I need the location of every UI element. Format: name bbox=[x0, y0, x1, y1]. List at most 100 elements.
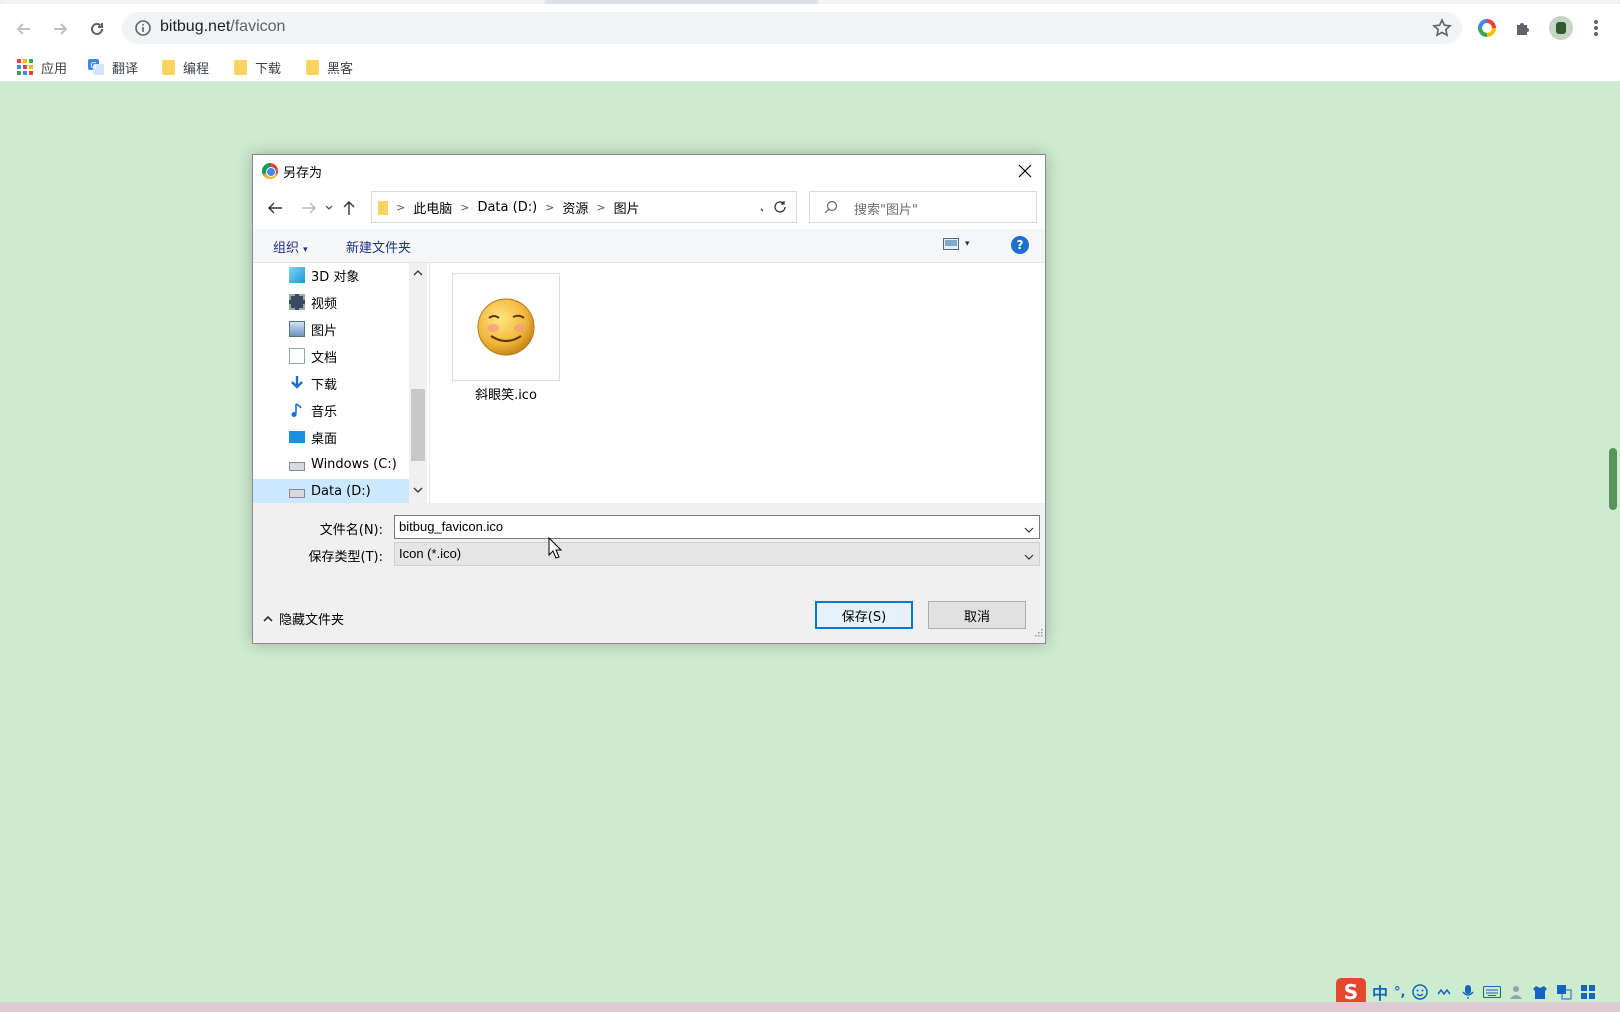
filename-label: 文件名(N): bbox=[319, 523, 383, 538]
nav-item-windows-c[interactable]: Windows (C:) bbox=[289, 452, 397, 476]
reload-button[interactable] bbox=[84, 16, 110, 42]
user-icon[interactable] bbox=[1507, 983, 1525, 1001]
profile-avatar[interactable] bbox=[1549, 16, 1573, 40]
address-row: > 此电脑 > Data (D:) > 资源 > 图片 搜索"图片" bbox=[253, 187, 1045, 229]
chevron-down-icon bbox=[325, 205, 333, 210]
nav-item-label: 视频 bbox=[311, 296, 338, 312]
chevron-down-icon: ▾ bbox=[965, 239, 970, 249]
handwriting-icon[interactable] bbox=[1435, 983, 1453, 1001]
bookmark-folder-hacker[interactable]: 黑客 bbox=[306, 54, 353, 80]
breadcrumb-item[interactable]: 此电脑 bbox=[413, 198, 452, 217]
recent-locations-button[interactable] bbox=[323, 197, 335, 219]
skin-shirt-icon[interactable] bbox=[1531, 983, 1549, 1001]
view-options-button[interactable]: ▾ bbox=[943, 238, 970, 250]
emoji-icon[interactable] bbox=[1411, 983, 1429, 1001]
close-icon bbox=[1018, 164, 1032, 178]
save-button[interactable]: 保存(S) bbox=[815, 601, 913, 629]
nav-item-label: Windows (C:) bbox=[311, 456, 397, 472]
bookmark-apps[interactable]: 应用 bbox=[17, 54, 67, 80]
help-icon[interactable]: ? bbox=[1011, 236, 1029, 254]
chevron-down-icon[interactable] bbox=[1024, 522, 1034, 538]
new-folder-button[interactable]: 新建文件夹 bbox=[346, 237, 411, 256]
url-text[interactable]: bitbug.net/favicon bbox=[160, 18, 285, 36]
videos-icon bbox=[289, 294, 305, 310]
nav-item-pictures[interactable]: 图片 bbox=[289, 317, 337, 341]
breadcrumb-separator-icon: > bbox=[396, 201, 406, 214]
breadcrumb-separator-icon: > bbox=[545, 201, 555, 214]
file-thumbnail bbox=[452, 273, 560, 381]
close-button[interactable] bbox=[1013, 159, 1037, 183]
hide-folders-toggle[interactable]: 隐藏文件夹 bbox=[263, 609, 344, 628]
filetype-value: Icon (*.ico) bbox=[399, 546, 462, 561]
scroll-down-icon[interactable] bbox=[413, 485, 423, 495]
nav-item-downloads[interactable]: 下载 bbox=[289, 371, 337, 395]
translate-tool-icon[interactable] bbox=[1555, 983, 1573, 1001]
filename-field[interactable]: bitbug_favicon.ico bbox=[394, 515, 1040, 539]
extension-ring-icon[interactable] bbox=[1475, 16, 1499, 40]
folder-icon bbox=[162, 59, 175, 75]
file-list: 斜眼笑.ico bbox=[429, 263, 1045, 503]
save-as-dialog: 另存为 > 此电脑 > Data (D:) > 资源 > 图片 搜索"图片" 组… bbox=[252, 154, 1046, 644]
breadcrumb-item[interactable]: Data (D:) bbox=[477, 200, 537, 215]
command-bar: 组织 ▾ 新建文件夹 ▾ ? bbox=[253, 229, 1045, 263]
folder-icon bbox=[378, 200, 388, 215]
drive-icon bbox=[289, 462, 305, 471]
nav-item-documents[interactable]: 文档 bbox=[289, 344, 337, 368]
organize-menu[interactable]: 组织 ▾ bbox=[273, 237, 308, 256]
forward-button[interactable] bbox=[47, 16, 73, 42]
microphone-icon[interactable] bbox=[1459, 983, 1477, 1001]
nav-item-videos[interactable]: 视频 bbox=[289, 290, 337, 314]
nav-item-label: 下载 bbox=[311, 377, 338, 393]
bookmarks-bar: 应用 G 翻译 编程 下载 黑客 bbox=[0, 52, 1620, 82]
nav-item-data-d[interactable]: Data (D:) bbox=[253, 479, 409, 503]
scroll-up-icon[interactable] bbox=[413, 267, 423, 277]
toolbox-grid-icon[interactable] bbox=[1579, 983, 1597, 1001]
scroll-thumb[interactable] bbox=[411, 389, 425, 461]
bookmark-translate[interactable]: G 翻译 bbox=[88, 54, 138, 80]
nav-scrollbar[interactable] bbox=[409, 263, 427, 503]
3d-objects-icon bbox=[289, 267, 305, 283]
nav-item-desktop[interactable]: 桌面 bbox=[289, 425, 337, 449]
nav-item-label: Data (D:) bbox=[311, 483, 371, 499]
navigation-pane: 3D 对象 视频 图片 文档 下载 音乐 桌面 Windows (C:) Dat… bbox=[253, 263, 429, 503]
refresh-button[interactable] bbox=[763, 191, 797, 223]
site-info-icon[interactable] bbox=[134, 19, 152, 41]
url-host: bitbug.net bbox=[160, 18, 231, 35]
back-button[interactable] bbox=[265, 197, 285, 219]
file-name: 斜眼笑.ico bbox=[475, 388, 537, 403]
filetype-select[interactable]: Icon (*.ico) bbox=[394, 542, 1040, 566]
address-bar[interactable]: bitbug.net/favicon bbox=[122, 12, 1462, 44]
page-scroll-indicator[interactable] bbox=[1609, 448, 1617, 510]
breadcrumb-item[interactable]: 图片 bbox=[614, 198, 640, 217]
ime-mode-toggle[interactable]: 中 bbox=[1372, 980, 1388, 1004]
filename-value: bitbug_favicon.ico bbox=[399, 519, 504, 534]
search-input[interactable]: 搜索"图片" bbox=[809, 191, 1037, 223]
nav-item-label: 音乐 bbox=[311, 404, 338, 420]
forward-button[interactable] bbox=[299, 197, 319, 219]
back-arrow-icon bbox=[16, 23, 30, 35]
bookmark-folder-downloads[interactable]: 下载 bbox=[234, 54, 281, 80]
nav-item-3d-objects[interactable]: 3D 对象 bbox=[289, 263, 359, 287]
ime-punctuation-toggle[interactable]: °, bbox=[1394, 985, 1405, 1000]
extensions-puzzle-icon[interactable] bbox=[1511, 16, 1535, 40]
resize-grip-icon[interactable] bbox=[1033, 625, 1043, 641]
cancel-button[interactable]: 取消 bbox=[928, 601, 1026, 629]
menu-kebab-icon[interactable] bbox=[1584, 16, 1608, 40]
refresh-icon bbox=[773, 201, 786, 213]
filetype-label: 保存类型(T): bbox=[308, 550, 383, 565]
breadcrumb-separator-icon: > bbox=[596, 201, 606, 214]
apps-grid-icon bbox=[17, 59, 33, 75]
dialog-titlebar[interactable]: 另存为 bbox=[253, 155, 1045, 187]
breadcrumb-item[interactable]: 资源 bbox=[562, 198, 588, 217]
search-placeholder: 搜索"图片" bbox=[854, 203, 918, 218]
back-button[interactable] bbox=[11, 16, 37, 42]
up-button[interactable] bbox=[339, 197, 359, 219]
keyboard-icon[interactable] bbox=[1483, 983, 1502, 1001]
bookmark-folder-programming[interactable]: 编程 bbox=[162, 54, 209, 80]
bookmark-star-icon[interactable] bbox=[1432, 18, 1452, 42]
file-item[interactable]: 斜眼笑.ico bbox=[452, 273, 560, 403]
back-arrow-icon bbox=[268, 202, 282, 214]
breadcrumb[interactable]: > 此电脑 > Data (D:) > 资源 > 图片 bbox=[371, 191, 781, 223]
nav-item-music[interactable]: 音乐 bbox=[289, 398, 337, 422]
folder-icon bbox=[234, 59, 247, 75]
